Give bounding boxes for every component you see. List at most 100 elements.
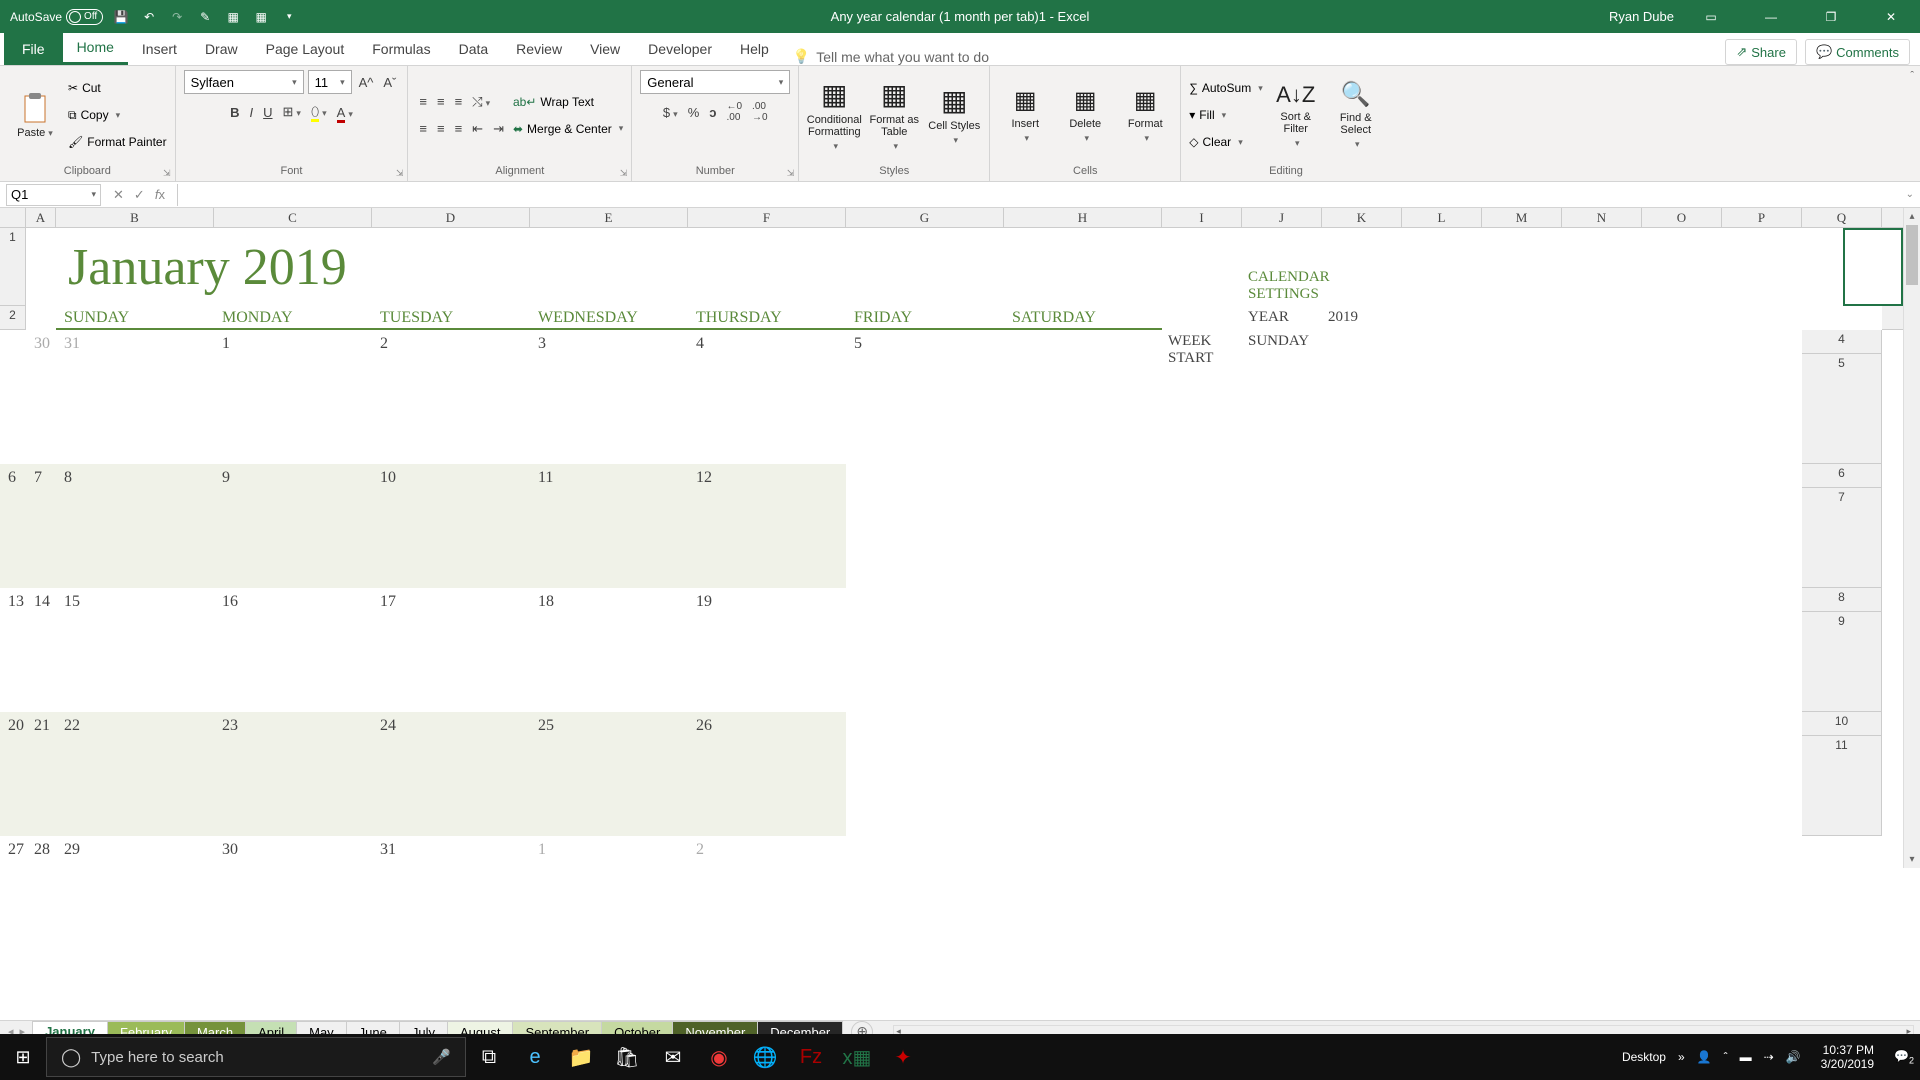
day-cell[interactable]: 30 bbox=[214, 836, 372, 860]
day-body[interactable] bbox=[214, 354, 372, 464]
row-header[interactable]: 10 bbox=[1802, 712, 1882, 736]
day-body[interactable] bbox=[26, 612, 56, 712]
row-header[interactable]: 6 bbox=[1802, 464, 1882, 488]
day-cell[interactable]: 6 bbox=[0, 464, 26, 488]
day-body[interactable] bbox=[688, 488, 846, 588]
number-format-combo[interactable]: General bbox=[640, 70, 790, 94]
app-icon[interactable]: ✦ bbox=[880, 1034, 926, 1080]
day-body[interactable] bbox=[372, 612, 530, 712]
qat-icon[interactable]: ✎ bbox=[195, 7, 215, 27]
action-center-icon[interactable]: 💬2 bbox=[1894, 1049, 1914, 1065]
merge-center-button[interactable]: ⬌Merge & Center bbox=[513, 117, 623, 141]
decrease-indent-icon[interactable]: ⇤ bbox=[469, 121, 486, 137]
border-button[interactable]: ⊞ bbox=[280, 104, 304, 120]
day-body[interactable] bbox=[214, 736, 372, 836]
qat-customize-icon[interactable]: ▾ bbox=[279, 7, 299, 27]
start-button[interactable]: ⊞ bbox=[0, 1034, 46, 1080]
edge-icon[interactable]: e bbox=[512, 1034, 558, 1080]
column-header[interactable]: E bbox=[530, 208, 688, 228]
align-middle-icon[interactable]: ≡ bbox=[434, 94, 448, 109]
day-cell[interactable]: 30 bbox=[26, 330, 56, 354]
day-body[interactable] bbox=[56, 736, 214, 836]
day-cell[interactable]: 29 bbox=[56, 836, 214, 860]
file-explorer-icon[interactable]: 📁 bbox=[558, 1034, 604, 1080]
autosave-toggle[interactable]: AutoSave Off bbox=[10, 9, 103, 25]
tab-review[interactable]: Review bbox=[502, 32, 576, 65]
column-header[interactable]: F bbox=[688, 208, 846, 228]
expand-formula-bar-icon[interactable]: ⌄ bbox=[1900, 189, 1920, 200]
scroll-up-icon[interactable]: ▴ bbox=[1904, 208, 1920, 225]
scroll-thumb[interactable] bbox=[1906, 225, 1918, 285]
format-cells-button[interactable]: ▦Format bbox=[1118, 76, 1172, 154]
day-body[interactable] bbox=[372, 736, 530, 836]
vertical-scrollbar[interactable]: ▴ ▾ bbox=[1903, 208, 1920, 868]
qat-icon-2[interactable]: ▦ bbox=[223, 7, 243, 27]
day-cell[interactable]: 4 bbox=[688, 330, 846, 354]
qat-icon-3[interactable]: ▦ bbox=[251, 7, 271, 27]
tab-developer[interactable]: Developer bbox=[634, 32, 726, 65]
day-body[interactable] bbox=[372, 354, 530, 464]
tab-insert[interactable]: Insert bbox=[128, 32, 191, 65]
task-view-icon[interactable]: ⧉ bbox=[466, 1034, 512, 1080]
day-cell[interactable]: 31 bbox=[56, 330, 214, 354]
wifi-icon[interactable]: ⇢ bbox=[1764, 1050, 1774, 1064]
column-header[interactable]: O bbox=[1642, 208, 1722, 228]
day-cell[interactable]: 9 bbox=[214, 464, 372, 488]
delete-cells-button[interactable]: ▦Delete bbox=[1058, 76, 1112, 154]
day-cell[interactable]: 15 bbox=[56, 588, 214, 612]
column-header[interactable]: M bbox=[1482, 208, 1562, 228]
row-header[interactable]: 5 bbox=[1802, 354, 1882, 464]
day-body[interactable] bbox=[0, 612, 26, 712]
row-header[interactable]: 8 bbox=[1802, 588, 1882, 612]
row-header[interactable]: 9 bbox=[1802, 612, 1882, 712]
day-cell[interactable]: 2 bbox=[688, 836, 846, 860]
name-box[interactable]: Q1 bbox=[6, 184, 101, 206]
tab-home[interactable]: Home bbox=[63, 32, 128, 65]
align-center-icon[interactable]: ≡ bbox=[434, 121, 448, 136]
day-cell[interactable]: 27 bbox=[0, 836, 26, 860]
autosum-button[interactable]: ∑AutoSum bbox=[1189, 76, 1262, 100]
bold-button[interactable]: B bbox=[227, 105, 242, 120]
day-body[interactable] bbox=[56, 354, 214, 464]
align-bottom-icon[interactable]: ≡ bbox=[452, 94, 466, 109]
day-cell[interactable]: 31 bbox=[372, 836, 530, 860]
day-header[interactable]: SUNDAY bbox=[56, 306, 214, 330]
redo-icon[interactable]: ↷ bbox=[167, 7, 187, 27]
undo-icon[interactable]: ↶ bbox=[139, 7, 159, 27]
tray-chevron-icon[interactable]: ˆ bbox=[1724, 1050, 1728, 1064]
percent-format-icon[interactable]: % bbox=[685, 105, 703, 120]
column-header[interactable]: B bbox=[56, 208, 214, 228]
column-header[interactable]: L bbox=[1402, 208, 1482, 228]
collapse-ribbon-icon[interactable]: ˆ bbox=[1910, 70, 1914, 82]
volume-icon[interactable]: 🔊 bbox=[1786, 1050, 1801, 1064]
comments-button[interactable]: 💬Comments bbox=[1805, 39, 1910, 65]
cut-button[interactable]: ✂Cut bbox=[68, 76, 167, 100]
day-cell[interactable]: 14 bbox=[26, 588, 56, 612]
worksheet-grid[interactable]: ABCDEFGHIJKLMNOPQ1January 2019CALENDAR S… bbox=[0, 208, 1920, 1020]
day-cell[interactable]: 20 bbox=[0, 712, 26, 736]
settings-weekstart-label[interactable]: WEEK START bbox=[1162, 330, 1242, 354]
day-cell[interactable]: 11 bbox=[530, 464, 688, 488]
store-icon[interactable]: 🛍 bbox=[604, 1034, 650, 1080]
ribbon-options-icon[interactable]: ▭ bbox=[1688, 0, 1734, 33]
taskbar-clock[interactable]: 10:37 PM3/20/2019 bbox=[1813, 1043, 1882, 1072]
tab-draw[interactable]: Draw bbox=[191, 32, 252, 65]
column-header[interactable]: Q bbox=[1802, 208, 1882, 228]
column-header[interactable]: D bbox=[372, 208, 530, 228]
clear-button[interactable]: ◇Clear bbox=[1189, 130, 1262, 154]
tell-me-search[interactable]: Tell me what you want to do bbox=[793, 48, 989, 65]
increase-decimal-icon[interactable]: ←0.00 bbox=[723, 101, 745, 123]
conditional-formatting-button[interactable]: ▦Conditional Formatting bbox=[807, 76, 861, 154]
row-header[interactable]: 7 bbox=[1802, 488, 1882, 588]
day-body[interactable] bbox=[688, 612, 846, 712]
day-header[interactable]: SATURDAY bbox=[1004, 306, 1162, 330]
insert-function-icon[interactable]: fx bbox=[155, 187, 165, 203]
row-header[interactable]: 2 bbox=[0, 306, 26, 330]
people-icon[interactable]: 👤 bbox=[1697, 1050, 1712, 1064]
day-body[interactable] bbox=[530, 488, 688, 588]
copy-button[interactable]: ⧉Copy bbox=[68, 103, 167, 127]
taskbar-search[interactable]: Type here to search🎤 bbox=[46, 1037, 466, 1077]
mic-icon[interactable]: 🎤 bbox=[432, 1048, 451, 1066]
day-cell[interactable]: 1 bbox=[530, 836, 688, 860]
day-header[interactable]: THURSDAY bbox=[688, 306, 846, 330]
